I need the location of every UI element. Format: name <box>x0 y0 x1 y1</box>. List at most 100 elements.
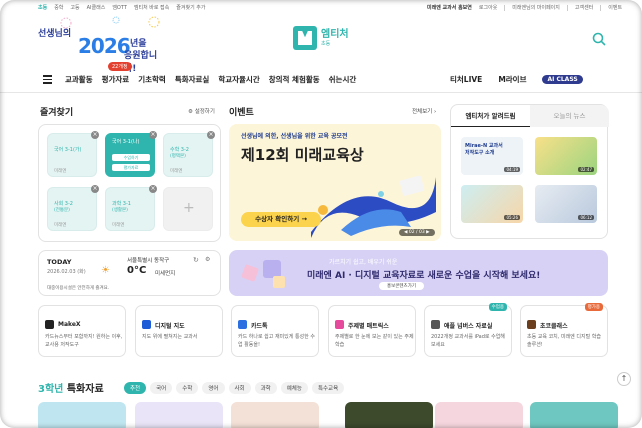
content-thumbnail[interactable] <box>345 402 433 428</box>
util-link-middle[interactable]: 중학 <box>54 4 63 11</box>
news-panel: 엠티처가 알려드림 오늘의 뉴스 Mirae-N 교과서 저작도구 소개 04:… <box>450 104 609 239</box>
view-winners-button[interactable]: 수상자 확인하기 → <box>241 212 321 227</box>
promo-content-button[interactable]: 홍보콘텐츠가기 <box>379 282 424 290</box>
nav-ai-class[interactable]: AI CLASS <box>542 75 583 84</box>
divider <box>504 4 506 11</box>
teach-button[interactable]: 수업하기 <box>112 154 150 161</box>
favorites-settings-label: 설정하기 <box>194 109 215 115</box>
refresh-icon[interactable]: ↻ <box>193 256 199 264</box>
util-link-direct[interactable]: 엠티처 바로 접속 <box>134 4 169 11</box>
sun-icon: ☀ <box>101 265 110 276</box>
service-card-digital-map[interactable]: 디지털 지도 지도 위에 펼쳐지는 교과서 <box>135 305 223 357</box>
chip-english[interactable]: 영어 <box>202 382 225 394</box>
video-thumbnail[interactable]: 02:47 <box>535 137 597 175</box>
favorites-settings-button[interactable]: ⚙ 설정하기 <box>188 107 215 115</box>
menu-icon[interactable] <box>43 75 52 84</box>
grade-label[interactable]: 3학년 <box>38 384 63 395</box>
grade-special-title: 3학년 특화자료 <box>38 380 104 395</box>
nav-item-creative[interactable]: 창의적 체험활동 <box>269 74 320 85</box>
util-link-elementary[interactable]: 초등 <box>38 4 47 11</box>
util-link-high[interactable]: 고등 <box>70 4 79 11</box>
favorite-card[interactable]: 국어 3-1(가) 미래엔 × <box>47 131 99 177</box>
service-card-makex[interactable]: MakeX 카드뉴스부터 포함까지! 원하는 이후, 교사용 저작도구 <box>38 305 126 357</box>
nav-item-break[interactable]: 쉬는시간 <box>329 74 357 85</box>
close-icon[interactable]: × <box>207 131 215 139</box>
video-thumbnail[interactable]: Mirae-N 교과서 저작도구 소개 04:19 <box>461 137 523 175</box>
chip-special-ed[interactable]: 특수교육 <box>311 382 345 394</box>
util-link-bookmark[interactable]: 즐겨찾기 추가 <box>176 4 205 11</box>
close-icon[interactable]: × <box>149 131 157 139</box>
divider <box>566 4 568 11</box>
service-card-numbers[interactable]: 수업용 애플 넘버스 자료실 2022개정 교과서를 iPad로 수업해 보세요 <box>424 303 512 357</box>
nav-item-special[interactable]: 특화자료실 <box>175 74 210 85</box>
content-thumbnail[interactable] <box>38 402 126 428</box>
chip-recommend[interactable]: 추천 <box>124 382 147 394</box>
favorite-card-sub2: (전통분) <box>54 208 70 213</box>
main-nav: 교과활동 평가자료 기초학력 특화자료실 학교자율시간 창의적 체험활동 쉬는시… <box>65 74 356 85</box>
nav-item-assessment[interactable]: 평가자료 <box>102 74 130 85</box>
user-greeting: 미래엔 교과서 홈보연 <box>427 5 472 11</box>
special-label: 특화자료 <box>63 384 104 395</box>
nav-m-live[interactable]: M라이브 <box>498 74 526 85</box>
scroll-top-button[interactable]: ↑ <box>617 372 631 386</box>
content-thumbnail[interactable] <box>135 402 223 428</box>
nav-item-curriculum[interactable]: 교과활동 <box>65 74 93 85</box>
top-util-left: 초등 중학 고등 AI클래스 엠OTT 엠티처 바로 접속 즐겨찾기 추가 <box>38 4 205 11</box>
event-link[interactable]: 이벤트 <box>608 4 622 11</box>
favorite-card-title: 사회 3-2 <box>54 201 73 207</box>
event-pager[interactable]: ◀ 02 / 03 ▶ <box>399 229 435 236</box>
add-favorite-button[interactable]: + <box>163 187 213 231</box>
content-thumbnail[interactable] <box>231 402 319 428</box>
event-banner[interactable]: 선생님에 의한, 선생님을 위한 교육 공모전 제12회 미래교육상 수상자 확… <box>229 124 441 241</box>
service-card-cardtalk[interactable]: 카드톡 카드 하나로 쉽고 재미있게 통성한 수업 활동을! <box>231 305 319 357</box>
favorite-card-sub2: (평택본) <box>170 154 186 159</box>
content-thumbnail[interactable] <box>435 402 523 428</box>
close-icon[interactable]: × <box>149 185 157 193</box>
service-card-matrix[interactable]: 주제별 매트릭스 주제별로 한 눈에 보는 같이 있는 주제 학습 <box>328 305 416 357</box>
logo-title: 엠티처 <box>321 28 349 40</box>
ai-digital-banner[interactable]: 가르치기 쉽고, 배우기 쉬운 미래엔 AI · 디지털 교육자료로 새로운 수… <box>229 250 608 296</box>
chip-math[interactable]: 수학 <box>176 382 199 394</box>
nav-item-basic[interactable]: 기초학력 <box>138 74 166 85</box>
chip-arts[interactable]: 예체능 <box>280 382 308 394</box>
favorite-card[interactable]: 사회 3-2 (전통분) 미래엔 × <box>47 185 99 231</box>
chip-korean[interactable]: 국어 <box>150 382 173 394</box>
settings-icon[interactable]: ⚙ <box>205 256 210 263</box>
event-line1: 선생님에 의한, 선생님을 위한 교육 공모전 <box>241 133 348 140</box>
location-label: 서울특별시 동작구 <box>127 258 170 264</box>
nav-teacher-live[interactable]: 티처LIVE <box>450 74 482 85</box>
video-duration: 06:12 <box>578 215 594 220</box>
favorite-card[interactable]: 수학 3-2 (평택본) 미래엔 × <box>163 131 215 177</box>
content-thumbnail[interactable] <box>530 402 618 428</box>
assessment-button[interactable]: 평가자료 <box>112 164 150 171</box>
chip-social[interactable]: 사회 <box>228 382 251 394</box>
nav-item-school-time[interactable]: 학교자율시간 <box>218 74 259 85</box>
support-link[interactable]: 고객센터 <box>575 4 593 11</box>
util-link-aiclass[interactable]: AI클래스 <box>87 4 106 11</box>
tab-today-news[interactable]: 오늘의 뉴스 <box>530 105 609 127</box>
mypage-link[interactable]: 미래엔님의 마이페이지 <box>512 4 560 11</box>
video-thumbnail[interactable]: 06:12 <box>535 185 597 223</box>
video-thumbnail[interactable]: 05:26 <box>461 185 523 223</box>
favorite-card-sub2: (생활본) <box>112 208 128 213</box>
search-icon[interactable] <box>592 32 606 46</box>
weather-widget: TODAY 2026.02.03 (화) 대중이용시설은 안전하게 즐겨요. ☀… <box>38 250 221 296</box>
cubes-illustration-icon <box>241 260 285 288</box>
util-link-mott[interactable]: 엠OTT <box>112 4 127 11</box>
service-desc: 지도 위에 펼쳐지는 교과서 <box>142 334 198 340</box>
close-icon[interactable]: × <box>91 131 99 139</box>
site-logo[interactable]: 엠티처 초등 <box>293 24 349 52</box>
close-icon[interactable]: × <box>91 185 99 193</box>
new-year-promo[interactable]: 선생님의 2026 년을 응원합니다! 22개정 <box>38 16 168 74</box>
favorite-card-selected[interactable]: 국어 3-1(나) 수업하기 평가자료 × <box>105 131 157 177</box>
promo-badge: 22개정 <box>108 62 132 71</box>
event-more-link[interactable]: 전체보기 › <box>412 107 436 115</box>
service-card-chococlass[interactable]: 평가용 초코클래스 초등 교육 코치, 미래엔 디지털 학습 솔루션! <box>520 303 608 357</box>
video-duration: 05:26 <box>504 215 520 220</box>
favorite-card[interactable]: 과학 3-1 (생활본) 미래엔 × <box>105 185 157 231</box>
tab-teacher-news[interactable]: 엠티처가 알려드림 <box>451 105 530 127</box>
chip-science[interactable]: 과학 <box>254 382 277 394</box>
service-title: 카드톡 <box>251 323 268 330</box>
banner-line1: 가르치기 쉽고, 배우기 쉬운 <box>329 259 398 266</box>
logout-link[interactable]: 로그아웃 <box>479 4 497 11</box>
